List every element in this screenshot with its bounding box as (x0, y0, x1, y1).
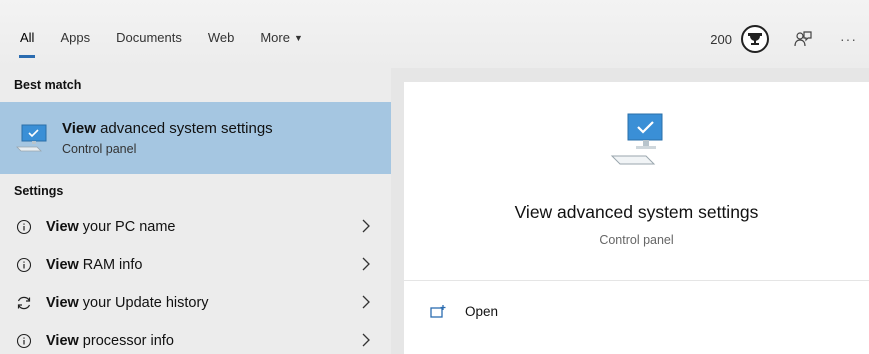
search-top-bar: All Apps Documents Web More ▼ 200 ··· (0, 0, 869, 68)
open-window-icon (430, 305, 446, 318)
chevron-right-icon (362, 219, 370, 233)
tab-documents[interactable]: Documents (116, 30, 182, 45)
tab-more-label: More (260, 30, 290, 45)
more-options-icon[interactable]: ··· (840, 31, 857, 47)
best-match-item[interactable]: View advanced system settings Control pa… (0, 102, 391, 174)
caret-down-icon: ▼ (293, 33, 303, 43)
list-item-label: View RAM info (46, 257, 143, 273)
open-label: Open (465, 304, 499, 319)
tab-web[interactable]: Web (208, 30, 235, 45)
monitor-check-icon (16, 124, 47, 152)
list-item-processor-info[interactable]: View processor info (0, 322, 391, 354)
open-button[interactable]: Open (430, 304, 498, 319)
best-match-title: View advanced system settings (62, 120, 273, 137)
info-icon (16, 333, 32, 349)
list-item-update-history[interactable]: View your Update history (0, 284, 391, 322)
feedback-icon[interactable] (794, 30, 812, 48)
divider (404, 280, 869, 281)
results-list: Best match View advanced system settings… (0, 68, 391, 354)
chevron-right-icon (362, 295, 370, 309)
list-item-label: View your Update history (46, 295, 209, 311)
tab-all[interactable]: All (18, 30, 36, 58)
detail-subtitle: Control panel (599, 233, 674, 247)
rewards-trophy-icon[interactable] (740, 24, 770, 54)
list-item-label: View your PC name (46, 219, 176, 235)
info-icon (16, 257, 32, 273)
chevron-right-icon (362, 257, 370, 271)
list-item-ram-info[interactable]: View RAM info (0, 246, 391, 284)
tab-apps[interactable]: Apps (60, 30, 90, 45)
info-icon (16, 219, 32, 235)
settings-header: Settings (14, 184, 64, 198)
list-item-label: View processor info (46, 333, 174, 349)
best-match-header: Best match (14, 78, 82, 92)
best-match-subtitle: Control panel (62, 142, 137, 156)
toolbar-right: 200 ··· (710, 24, 869, 54)
search-filter-tabs: All Apps Documents Web More ▼ (18, 30, 329, 58)
refresh-icon (17, 296, 31, 310)
list-item-pc-name[interactable]: View your PC name (0, 208, 391, 246)
detail-panel: View advanced system settings Control pa… (404, 82, 869, 354)
tab-more[interactable]: More ▼ (260, 30, 303, 45)
detail-title: View advanced system settings (514, 202, 759, 222)
chevron-right-icon (362, 333, 370, 347)
rewards-points: 200 (710, 31, 732, 47)
monitor-check-icon (610, 113, 663, 165)
